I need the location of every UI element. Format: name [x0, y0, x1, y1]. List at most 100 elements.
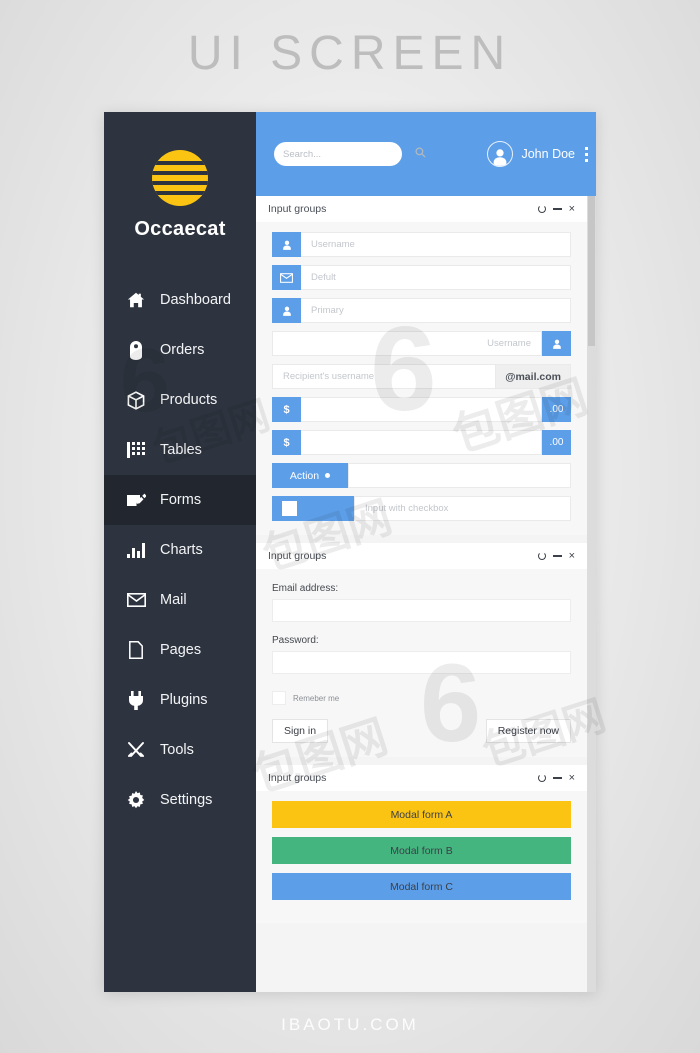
envelope-icon [126, 590, 146, 610]
refresh-icon[interactable] [537, 774, 546, 782]
sidebar-item-plugins[interactable]: Plugins [104, 675, 256, 725]
action-button[interactable]: Action [272, 463, 348, 488]
password-field[interactable] [272, 651, 571, 674]
sign-in-button[interactable]: Sign in [272, 719, 329, 743]
envelope-icon [272, 265, 301, 290]
refresh-icon[interactable] [537, 552, 546, 560]
sidebar-item-label: Forms [160, 492, 202, 508]
minimize-icon[interactable] [552, 208, 562, 210]
user-profile[interactable]: John Doe [487, 141, 581, 167]
input-group-placeholder[interactable]: Username [272, 331, 542, 356]
input-group-placeholder[interactable]: Primary [301, 298, 571, 323]
form-edit-icon [126, 490, 146, 510]
panel-controls: × [537, 772, 575, 784]
sidebar-item-orders[interactable]: Orders [104, 325, 256, 375]
user-avatar-icon [487, 141, 514, 167]
content-area: John Doe Input groups × [256, 112, 596, 992]
sidebar-item-tools[interactable]: Tools [104, 725, 256, 775]
user-icon [272, 232, 301, 257]
scrollbar-thumb[interactable] [588, 196, 595, 346]
dollar-sign-addon: $ [272, 397, 301, 422]
close-icon[interactable]: × [569, 550, 575, 562]
register-now-button[interactable]: Register now [485, 719, 571, 743]
page-icon [126, 640, 146, 660]
mail-domain-addon: @mail.com [496, 364, 571, 389]
sidebar-item-label: Orders [160, 342, 205, 358]
kebab-menu-icon[interactable] [581, 146, 596, 162]
sidebar-item-settings[interactable]: Settings [104, 775, 256, 825]
action-button-label: Action [289, 469, 320, 482]
user-name: John Doe [521, 147, 575, 161]
sidebar-item-label: Charts [160, 542, 203, 558]
input-group-action-dropdown[interactable]: Action [272, 463, 571, 488]
checkbox-icon[interactable] [272, 691, 286, 705]
minimize-icon[interactable] [552, 777, 562, 779]
sidebar-item-products[interactable]: Products [104, 375, 256, 425]
email-label: Email address: [272, 583, 339, 594]
checkbox-icon[interactable] [282, 501, 297, 516]
scroll-area: Input groups × Username Defult Primary U… [256, 196, 596, 992]
form-actions: Sign in Register now [272, 719, 571, 743]
remember-me-row[interactable]: Remeber me [272, 691, 571, 705]
panel-header: Input groups × [256, 196, 587, 222]
input-group-placeholder[interactable]: Username [301, 232, 571, 257]
sidebar-item-mail[interactable]: Mail [104, 575, 256, 625]
sidebar-item-label: Dashboard [160, 292, 231, 308]
user-icon [542, 331, 571, 356]
panel-controls: × [537, 550, 575, 562]
panel-title: Input groups [268, 550, 327, 562]
input-group-primary[interactable]: Primary [272, 298, 571, 323]
input-group-amount-1[interactable]: $ .00 [272, 397, 571, 422]
minimize-icon[interactable] [552, 555, 562, 557]
input-group-recipient-mail[interactable]: Recipient's username @mail.com [272, 364, 571, 389]
app-frame: Occaecat Dashboard Orders Products Table… [104, 112, 596, 992]
sidebar-item-pages[interactable]: Pages [104, 625, 256, 675]
email-field[interactable] [272, 599, 571, 622]
search-icon [415, 145, 426, 163]
input-group-placeholder[interactable]: Defult [301, 265, 571, 290]
sidebar-nav: Dashboard Orders Products Tables Forms C… [104, 275, 256, 825]
input-group-placeholder[interactable]: Recipient's username [272, 364, 497, 389]
sidebar-item-dashboard[interactable]: Dashboard [104, 275, 256, 325]
box-icon [126, 390, 146, 410]
panel-title: Input groups [268, 772, 327, 784]
panel-header: Input groups × [256, 765, 587, 791]
input-group-placeholder[interactable] [301, 397, 542, 422]
grid-icon [126, 440, 146, 460]
search-box[interactable] [274, 142, 426, 166]
remember-me-label: Remeber me [293, 693, 340, 703]
panels-container: Input groups × Username Defult Primary U… [256, 196, 596, 923]
close-icon[interactable]: × [569, 203, 575, 215]
footer-brand: IBAOTU.COM [281, 1015, 419, 1034]
user-icon [272, 298, 301, 323]
sidebar-item-tables[interactable]: Tables [104, 425, 256, 475]
input-group-username-right-addon[interactable]: Username [272, 331, 571, 356]
dollar-sign-addon: $ [272, 430, 301, 455]
sidebar-item-label: Tables [160, 442, 202, 458]
scrollbar-track[interactable] [587, 196, 596, 992]
input-group-placeholder[interactable] [301, 430, 542, 455]
input-group-username[interactable]: Username [272, 232, 571, 257]
checkbox-addon[interactable] [272, 496, 354, 521]
plug-icon [126, 690, 146, 710]
password-label: Password: [272, 635, 319, 646]
input-group-email-default[interactable]: Defult [272, 265, 571, 290]
refresh-icon[interactable] [537, 205, 546, 213]
sidebar-item-label: Settings [160, 792, 213, 808]
search-input[interactable] [283, 148, 415, 160]
panel-body: Username Defult Primary Username Recipie… [256, 222, 587, 535]
panel-body: Modal form A Modal form B Modal form C [256, 791, 587, 923]
close-icon[interactable]: × [569, 772, 575, 784]
sidebar-item-label: Tools [160, 742, 194, 758]
modal-form-a-button[interactable]: Modal form A [272, 801, 571, 828]
sidebar-item-charts[interactable]: Charts [104, 525, 256, 575]
sidebar-item-forms[interactable]: Forms [104, 475, 256, 525]
panel-header: Input groups × [256, 543, 587, 569]
input-group-placeholder[interactable]: Input with checkbox [354, 496, 571, 521]
modal-form-b-button[interactable]: Modal form B [272, 837, 571, 864]
input-group-with-checkbox[interactable]: Input with checkbox [272, 496, 571, 521]
sidebar: Occaecat Dashboard Orders Products Table… [104, 112, 256, 992]
input-group-amount-2[interactable]: $ .00 [272, 430, 571, 455]
modal-form-c-button[interactable]: Modal form C [272, 873, 571, 900]
input-group-placeholder[interactable] [348, 463, 571, 488]
